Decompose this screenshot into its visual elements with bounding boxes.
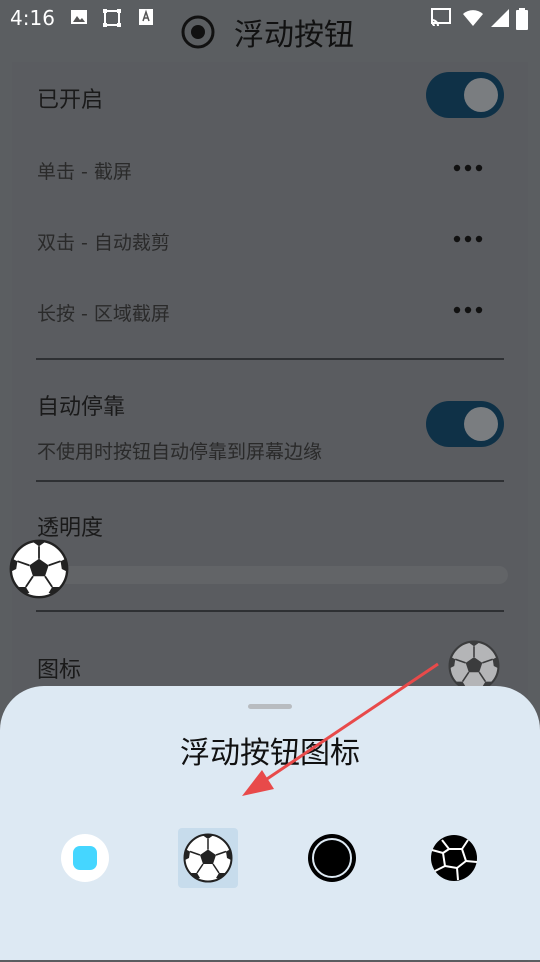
action-long-press-label: 长按 - 区域截屏	[37, 303, 170, 325]
action-single-tap-label: 单击 - 截屏	[37, 161, 132, 183]
camera-aperture-icon	[431, 835, 478, 881]
icon-option-cyan-square[interactable]	[55, 828, 115, 888]
auto-dock-title: 自动停靠	[37, 395, 126, 420]
opacity-slider[interactable]	[36, 566, 508, 584]
auto-dock-toggle[interactable]	[426, 401, 504, 447]
enabled-label: 已开启	[37, 88, 104, 113]
divider	[36, 610, 504, 612]
enabled-toggle[interactable]	[426, 72, 504, 118]
toggle-knob	[464, 407, 498, 441]
more-options-icon[interactable]	[452, 304, 484, 316]
icon-option-soccer-ball[interactable]	[178, 828, 238, 888]
sheet-title: 浮动按钮图标	[180, 736, 360, 771]
divider	[36, 480, 504, 482]
page-title: 浮动按钮	[234, 18, 354, 53]
more-options-icon[interactable]	[452, 233, 484, 245]
record-icon	[181, 15, 215, 49]
soccer-ball-icon	[183, 833, 233, 883]
opacity-title: 透明度	[37, 516, 104, 541]
icon-option-aperture[interactable]	[424, 828, 484, 888]
sheet-drag-handle[interactable]	[248, 704, 292, 709]
opacity-slider-thumb-ball-icon[interactable]	[9, 539, 69, 599]
more-options-icon[interactable]	[452, 162, 484, 174]
auto-dock-subtitle: 不使用时按钮自动停靠到屏幕边缘	[37, 441, 323, 463]
icon-title: 图标	[37, 658, 82, 683]
black-circle-icon	[308, 834, 356, 882]
icon-option-black-circle[interactable]	[302, 828, 362, 888]
top-app-bar: 浮动按钮	[0, 0, 540, 60]
divider	[36, 358, 504, 360]
cyan-square-icon	[61, 834, 109, 882]
toggle-knob	[464, 78, 498, 112]
action-double-tap-label: 双击 - 自动裁剪	[37, 232, 170, 254]
current-icon-ball-icon[interactable]	[448, 640, 500, 692]
